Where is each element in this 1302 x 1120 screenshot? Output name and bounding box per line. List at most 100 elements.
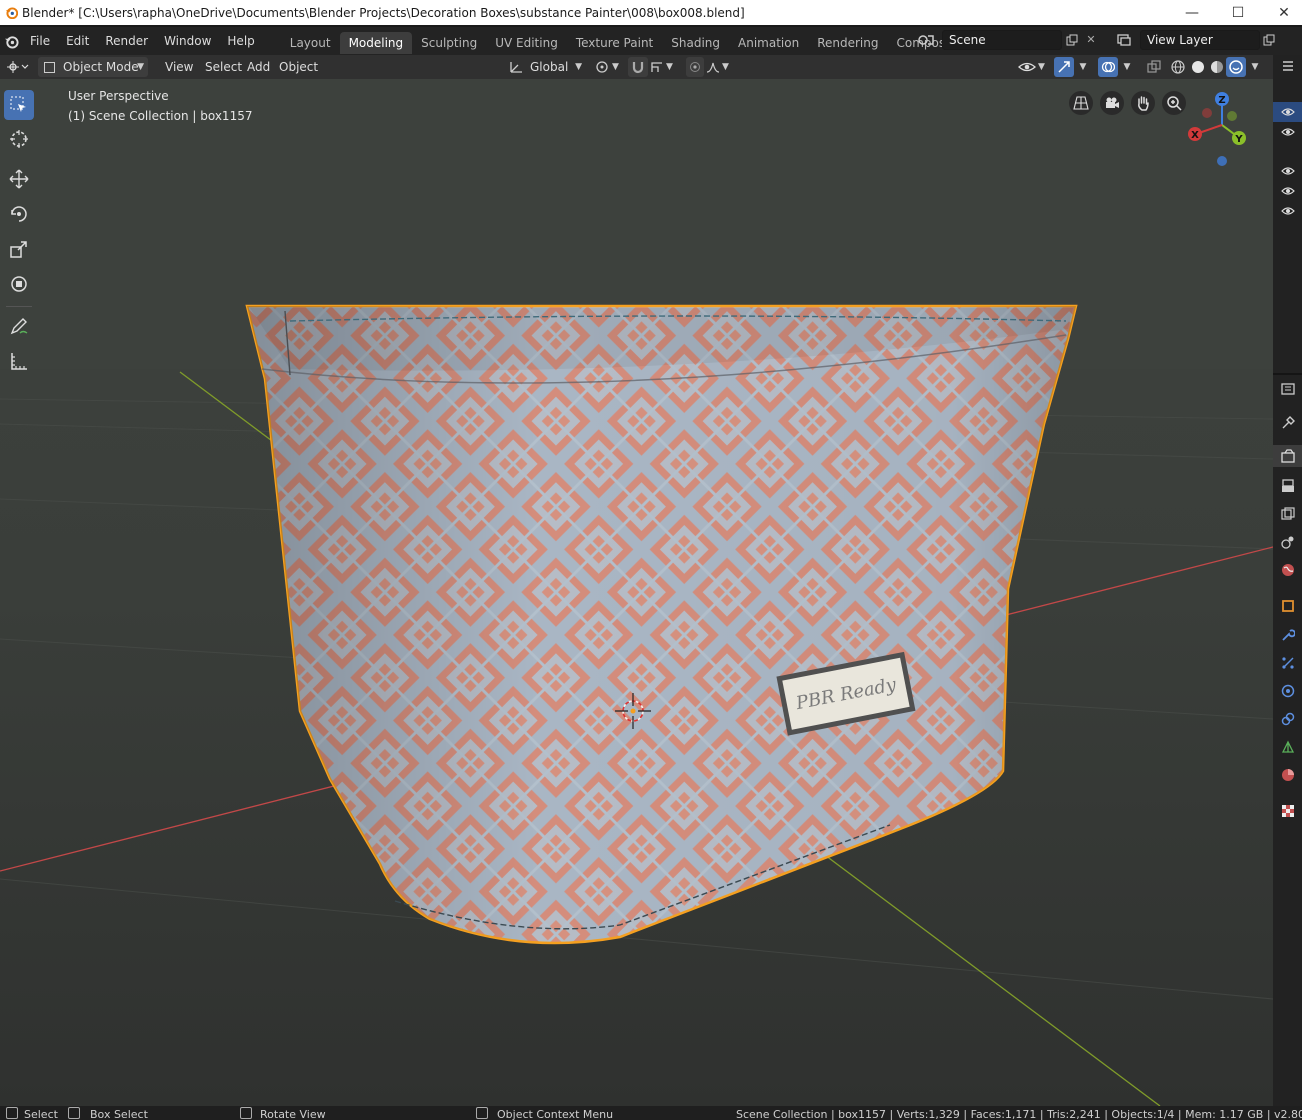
mode-dropdown[interactable]: Object Mode ▼ [38,57,148,77]
menu-add[interactable]: Add [242,57,275,77]
scene-browse-icon[interactable] [912,30,940,50]
overlays-icon [1101,61,1115,73]
world-properties-icon[interactable] [1280,562,1296,578]
toggle-ortho-button[interactable] [1069,91,1093,115]
eye-icon[interactable] [1280,124,1296,140]
proportional-edit-toggle[interactable] [686,57,704,77]
camera-view-button[interactable] [1100,91,1124,115]
scene-properties-icon[interactable] [1280,534,1296,550]
render-properties-icon[interactable] [1280,448,1296,464]
gizmo-dropdown[interactable]: ▼ [1076,57,1090,77]
view-layer-field[interactable]: View Layer [1140,30,1260,50]
select-box-icon [10,96,26,112]
cursor-tool[interactable] [4,124,34,154]
view-layer-properties-icon[interactable] [1280,506,1296,522]
visibility-dropdown[interactable]: ▼ [1018,57,1048,77]
blender-logo-icon [4,6,18,20]
properties-editor-icon[interactable] [1280,381,1296,397]
shading-material-button[interactable] [1207,57,1227,77]
workspace-tab-shading[interactable]: Shading [662,32,729,54]
editor-type-icon[interactable] [1280,59,1296,75]
menu-object[interactable]: Object [274,57,323,77]
snap-target-dropdown[interactable]: ▼ [650,57,680,77]
chevron-down-icon: ▼ [575,62,582,72]
shading-rendered-button[interactable] [1226,57,1246,77]
constraints-icon[interactable] [1280,711,1296,727]
window-title: Blender* [C:\Users\rapha\OneDrive\Docume… [22,5,745,20]
viewport-scene[interactable]: PBR Ready [0,79,1273,1106]
menu-view[interactable]: View [160,57,198,77]
tool-settings-icon[interactable] [1280,415,1296,431]
shading-dropdown[interactable]: ▼ [1248,57,1262,77]
xray-icon [1147,60,1161,73]
workspace-tab-animation[interactable]: Animation [729,32,808,54]
pan-view-button[interactable] [1131,91,1155,115]
eye-icon[interactable] [1280,203,1296,219]
overlays-dropdown[interactable]: ▼ [1120,57,1134,77]
modifier-wrench-icon[interactable] [1280,627,1296,643]
3d-viewport[interactable]: PBR Ready User Perspective (1) Scene Col… [0,79,1273,1106]
gizmo-toggle[interactable] [1054,57,1074,77]
menu-file[interactable]: File [22,27,58,55]
annotate-tool[interactable] [4,311,34,341]
transform-orientation-dropdown[interactable]: Global ▼ [508,57,586,77]
select-box-tool[interactable] [4,90,34,120]
editor-type-icon[interactable] [4,57,32,77]
menu-edit[interactable]: Edit [58,27,97,55]
maximize-button[interactable]: ☐ [1215,0,1261,25]
solid-sphere-icon [1192,61,1204,73]
physics-icon[interactable] [1280,683,1296,699]
new-scene-icon[interactable] [1064,31,1080,49]
material-properties-icon[interactable] [1280,767,1296,783]
status-select-label: Select [24,1108,58,1120]
eye-icon[interactable] [1280,163,1296,179]
menu-render[interactable]: Render [97,27,156,55]
navigation-axis-gizmo[interactable]: Z Y X [1180,85,1266,171]
minimize-button[interactable]: — [1169,0,1215,25]
object-mode-icon [44,61,55,73]
particles-icon[interactable] [1280,655,1296,671]
chevron-down-icon: ▼ [137,62,144,72]
close-button[interactable]: ✕ [1261,0,1302,25]
move-tool[interactable] [4,164,34,194]
scene-name-field[interactable]: Scene [942,30,1062,50]
view-layer-browse-icon[interactable] [1110,30,1138,50]
falloff-dropdown[interactable]: ▼ [706,57,736,77]
workspace-tab-rendering[interactable]: Rendering [808,32,887,54]
output-properties-icon[interactable] [1280,478,1296,494]
overlays-toggle[interactable] [1098,57,1118,77]
annotate-pencil-icon [10,318,28,335]
workspace-tab-sculpting[interactable]: Sculpting [412,32,486,54]
rotate-tool[interactable] [4,199,34,229]
remove-scene-icon[interactable]: ✕ [1084,31,1098,49]
measure-tool[interactable] [4,346,34,376]
menu-select[interactable]: Select [200,57,247,77]
eye-icon[interactable] [1280,183,1296,199]
blender-menu-icon[interactable] [0,34,22,49]
proportional-edit-icon [690,62,700,72]
shading-wireframe-button[interactable] [1168,57,1188,77]
transform-tool[interactable] [4,269,34,299]
selectability-visibility-icon [1018,62,1036,72]
new-view-layer-icon[interactable] [1262,31,1276,49]
workspace-tab-modeling[interactable]: Modeling [339,32,413,54]
falloff-curve-icon [706,62,720,73]
scene-statistics: Scene Collection | box1157 | Verts:1,329… [736,1108,1302,1120]
object-properties-icon[interactable] [1280,598,1296,614]
shading-solid-button[interactable] [1188,57,1208,77]
outliner-properties-strip [1273,55,1302,1106]
svg-text:X: X [1191,130,1199,141]
texture-properties-icon[interactable] [1280,803,1296,819]
workspace-tab-layout[interactable]: Layout [281,32,340,54]
workspace-tab-texture-paint[interactable]: Texture Paint [567,32,662,54]
material-sphere-icon [1211,61,1223,73]
pivot-point-dropdown[interactable]: ▼ [594,57,624,77]
xray-toggle[interactable] [1144,57,1164,77]
eye-icon[interactable] [1280,104,1296,120]
workspace-tab-uv-editing[interactable]: UV Editing [486,32,567,54]
object-data-mesh-icon[interactable] [1280,739,1296,755]
snap-toggle[interactable] [628,57,648,77]
menu-help[interactable]: Help [219,27,262,55]
scale-tool[interactable] [4,234,34,264]
menu-window[interactable]: Window [156,27,219,55]
